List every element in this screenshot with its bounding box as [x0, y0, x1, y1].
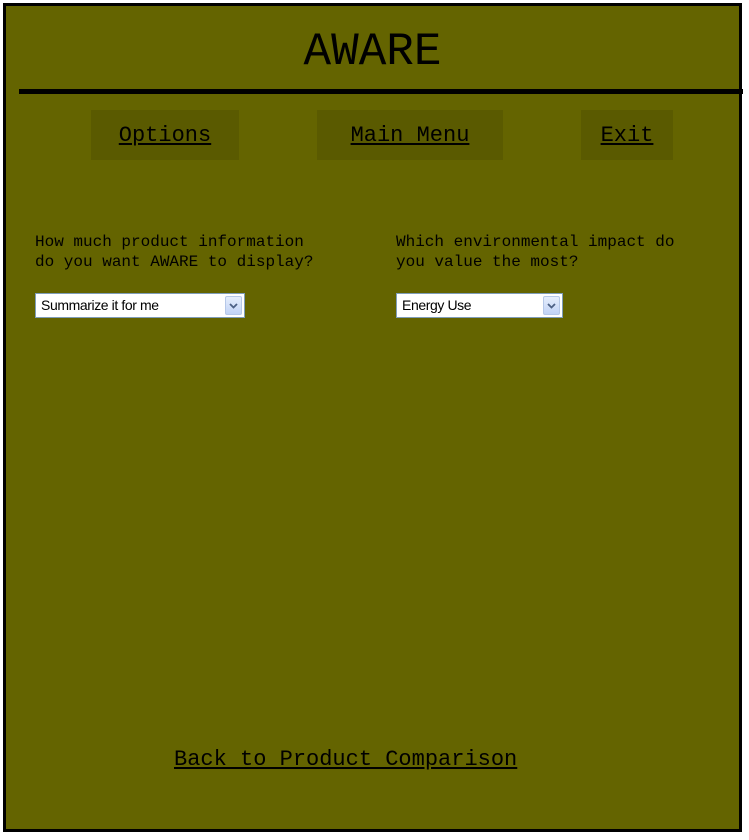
title-divider [19, 89, 743, 94]
detail-level-select-value: Summarize it for me [41, 297, 159, 313]
impact-priority-select-value: Energy Use [402, 297, 472, 313]
detail-question: How much product information do you want … [35, 232, 313, 272]
back-to-product-comparison-link[interactable]: Back to Product Comparison [174, 747, 517, 773]
impact-question: Which environmental impact do you value t… [396, 232, 674, 272]
main-menu-button-label: Main Menu [350, 122, 470, 148]
chevron-down-icon[interactable] [225, 296, 242, 315]
options-button-label: Options [118, 122, 212, 148]
exit-button-label: Exit [600, 122, 654, 148]
detail-question-line2: do you want AWARE to display? [35, 253, 314, 271]
aware-screen: AWARE Options Main Menu Exit How much pr… [3, 3, 743, 832]
impact-question-line2: you value the most? [396, 253, 579, 271]
app-title: AWARE [303, 26, 442, 78]
main-menu-button[interactable]: Main Menu [317, 110, 503, 160]
detail-level-select[interactable]: Summarize it for me [35, 293, 245, 318]
exit-button[interactable]: Exit [581, 110, 673, 160]
chevron-down-icon[interactable] [543, 296, 560, 315]
options-button[interactable]: Options [91, 110, 239, 160]
impact-question-line1: Which environmental impact do [396, 233, 675, 251]
detail-question-line1: How much product information [35, 233, 304, 251]
impact-priority-select[interactable]: Energy Use [396, 293, 563, 318]
